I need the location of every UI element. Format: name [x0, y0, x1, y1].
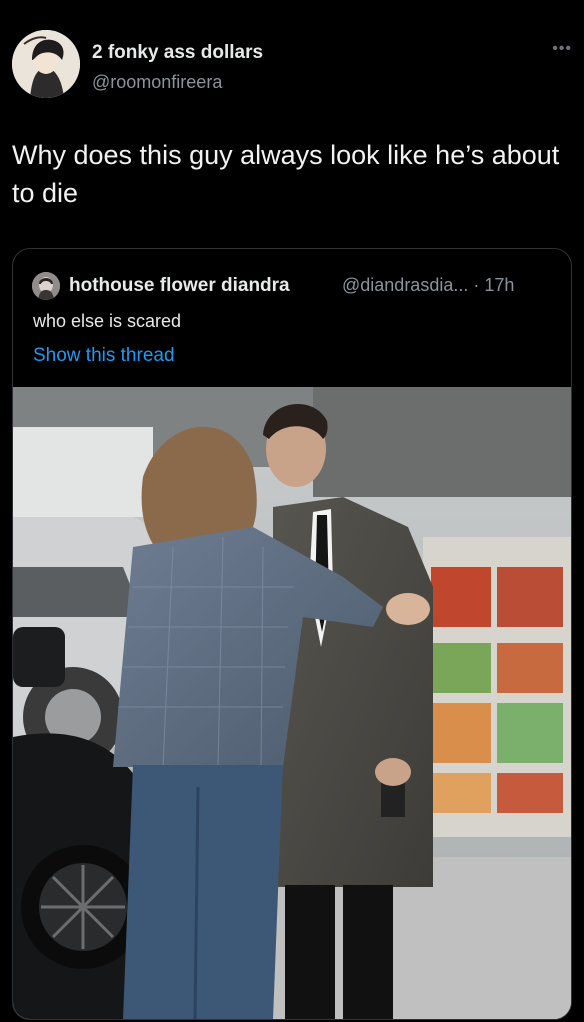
tweet-photo[interactable] — [13, 387, 571, 1019]
author-handle[interactable]: @roomonfireera — [92, 72, 222, 93]
quoted-avatar-image — [32, 272, 60, 300]
avatar[interactable] — [12, 30, 80, 98]
avatar-image — [12, 30, 80, 98]
quoted-tweet-text: who else is scared — [33, 311, 182, 331]
quoted-avatar[interactable] — [32, 272, 60, 300]
quoted-author-name[interactable]: hothouse flower diandra — [69, 275, 290, 297]
more-horizontal-icon[interactable]: ••• — [552, 40, 572, 58]
author-name[interactable]: 2 fonky ass dollars — [92, 42, 263, 64]
show-thread-link[interactable]: Show this thread — [33, 345, 175, 367]
tweet-text: Why does this guy always look like he’s … — [12, 140, 560, 208]
quoted-tweet[interactable]: hothouse flower diandra @diandrasdia... … — [12, 248, 572, 1020]
street-photo-image — [13, 387, 571, 1019]
quoted-author-handle-time[interactable]: @diandrasdia... · 17h — [342, 275, 514, 296]
tweet: 2 fonky ass dollars @roomonfireera ••• W… — [0, 0, 584, 1022]
tweet-header: 2 fonky ass dollars @roomonfireera ••• — [12, 30, 572, 100]
